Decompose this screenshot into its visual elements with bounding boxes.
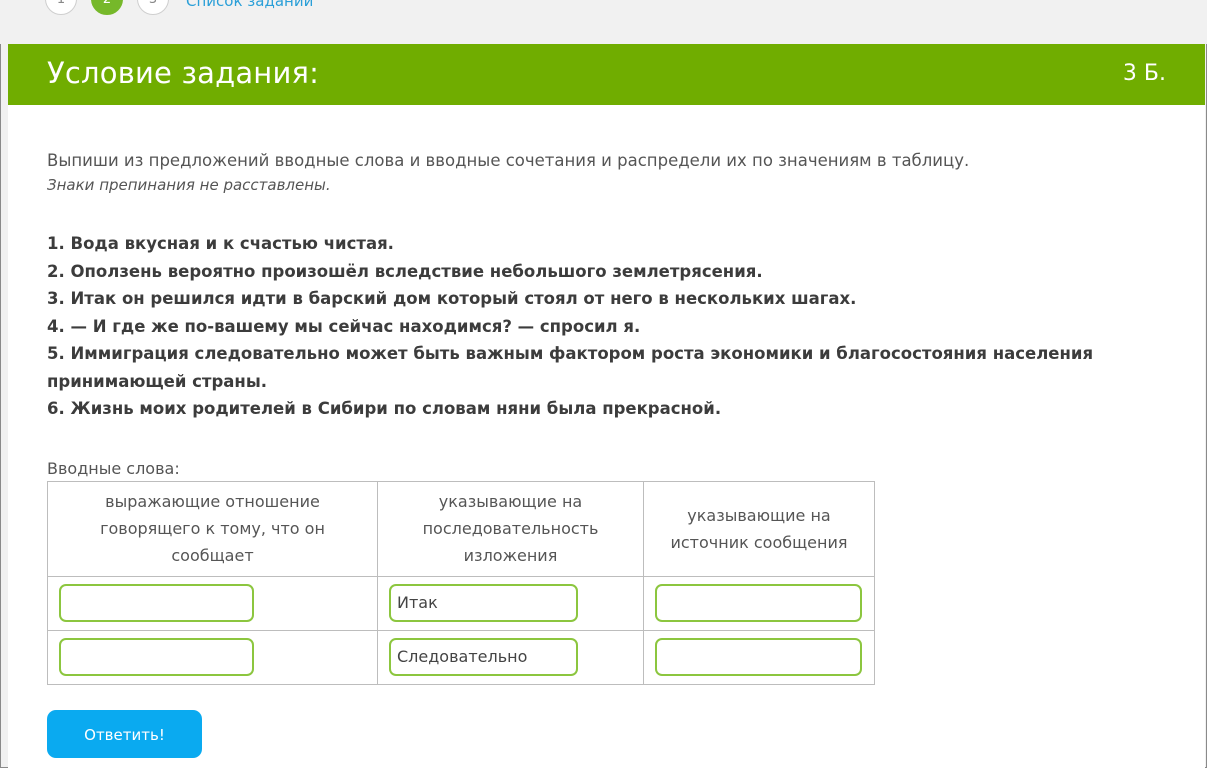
table-cell: Следовательно [377, 629, 644, 685]
answer-slot[interactable] [59, 584, 254, 622]
sentence-2: 2. Оползень вероятно произошёл вследстви… [47, 261, 763, 281]
task-title: Условие задания: [47, 56, 320, 90]
sentence-6: 6. Жизнь моих родителей в Сибири по слов… [47, 399, 722, 418]
table-cell [643, 575, 875, 631]
answer-table: выражающие отношение говорящего к тому, … [47, 480, 875, 685]
sentence-1: 1. Вода вкусная и к счастью чистая. [47, 234, 394, 253]
table-row: Следовательно [47, 629, 875, 685]
table-row: Итак [47, 575, 875, 631]
column-header-attitude: выражающие отношение говорящего к тому, … [47, 480, 378, 577]
table-label: Вводные слова: [47, 458, 180, 478]
task-navigation: 1 2 3 Список заданий [0, 0, 1207, 44]
table-cell [47, 629, 378, 685]
table-cell [643, 629, 875, 685]
sentence-4: 4. — И где же по-вашему мы сейчас находи… [47, 316, 641, 336]
answer-slot[interactable]: Итак [389, 584, 578, 622]
step-3-button[interactable]: 3 [137, 0, 169, 15]
task-list-link[interactable]: Список заданий [186, 0, 313, 10]
sentence-list: 1. Вода вкусная и к счастью чистая. 2. О… [47, 230, 1177, 423]
table-cell: Итак [377, 575, 644, 631]
step-2-button[interactable]: 2 [91, 0, 123, 15]
task-points: 3 Б. [1122, 61, 1166, 86]
column-header-sequence: указывающие на последовательность изложе… [377, 480, 644, 577]
answer-slot[interactable]: Следовательно [389, 638, 578, 676]
answer-slot[interactable] [655, 638, 862, 676]
table-cell [47, 575, 378, 631]
submit-button[interactable]: Ответить! [47, 710, 202, 758]
task-card: Условие задания: 3 Б. Выпиши из предложе… [8, 44, 1205, 768]
task-note: Знаки препинания не расставлены. [47, 176, 331, 194]
answer-slot[interactable] [59, 638, 254, 676]
column-header-source: указывающие на источник сообщения [643, 480, 875, 577]
task-instruction: Выпиши из предложений вводные слова и вв… [47, 151, 970, 170]
sentence-3: 3. Итак он решился идти в барский дом ко… [47, 289, 857, 308]
step-1-button[interactable]: 1 [45, 0, 77, 15]
answer-slot[interactable] [655, 584, 862, 622]
task-content: Выпиши из предложений вводные слова и вв… [47, 147, 1177, 685]
sentence-5: 5. Иммиграция следовательно может быть в… [47, 344, 1094, 391]
task-header: Условие задания: 3 Б. [8, 44, 1205, 105]
table-header-row: выражающие отношение говорящего к тому, … [47, 480, 875, 577]
